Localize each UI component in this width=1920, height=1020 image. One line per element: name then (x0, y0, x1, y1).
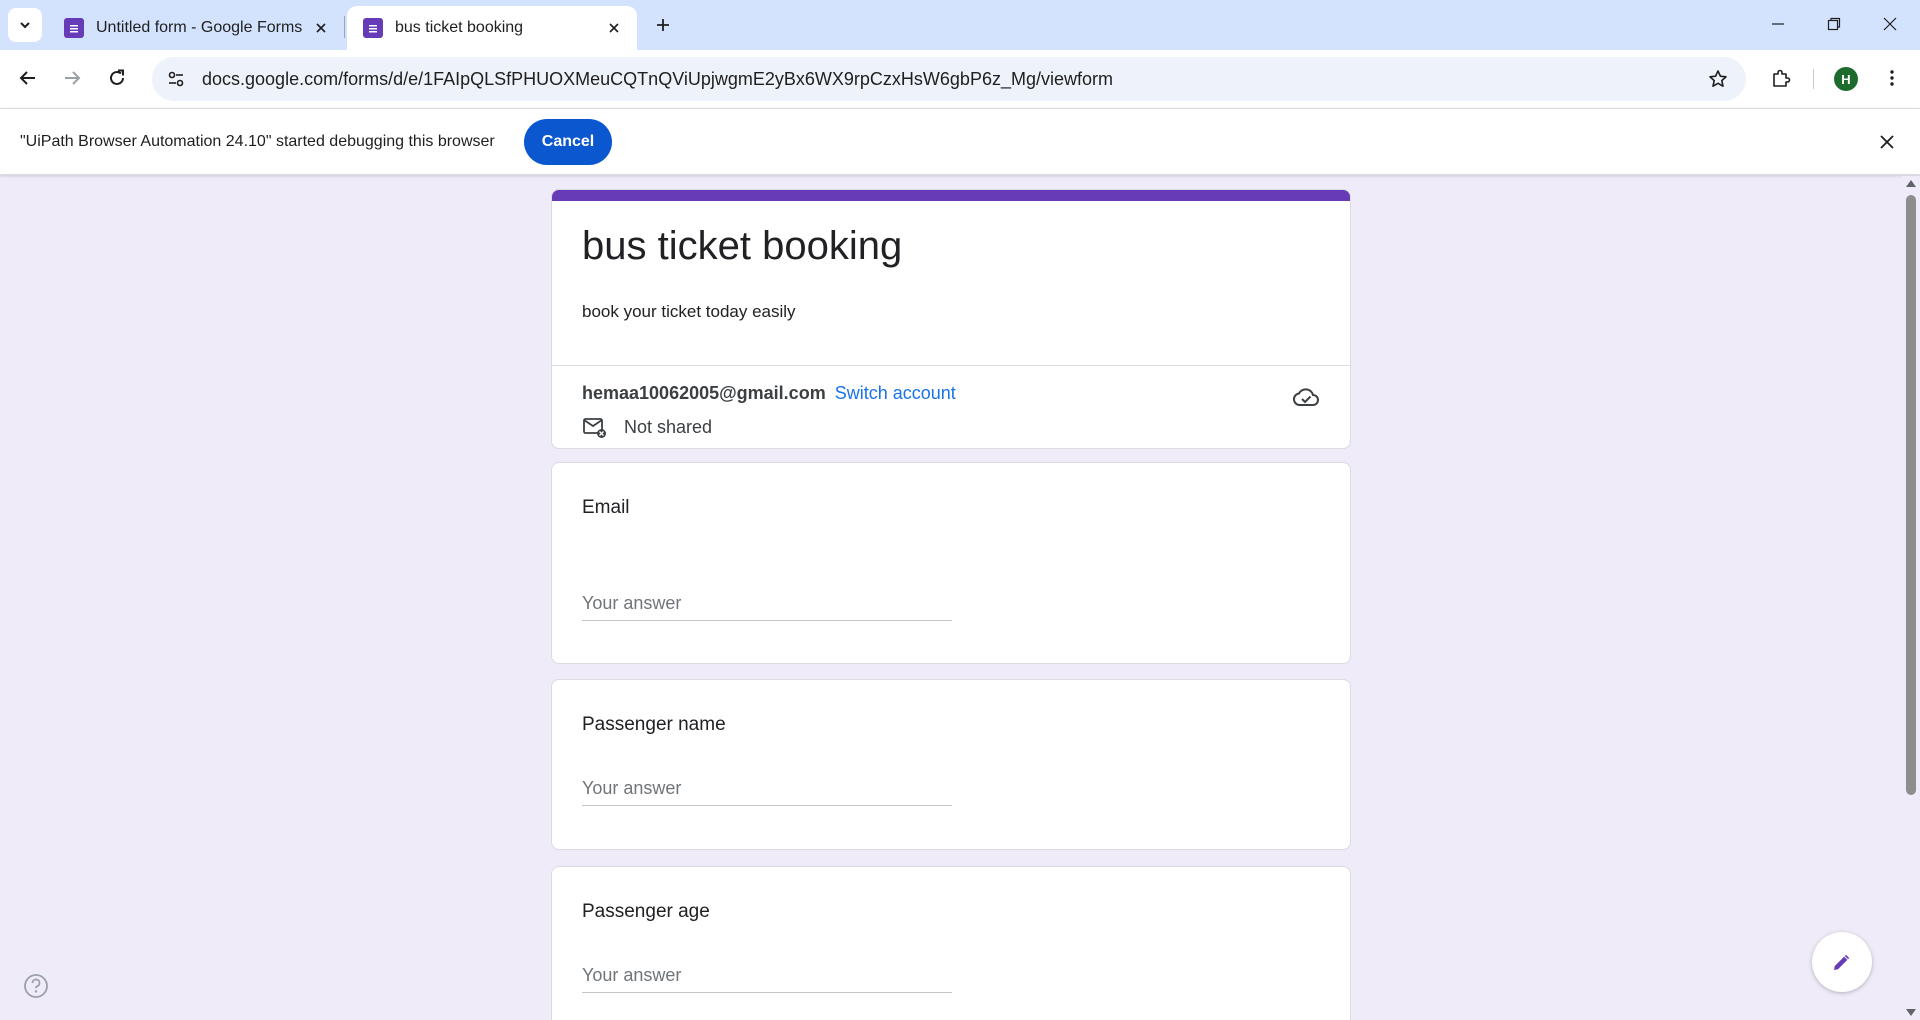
form-title: bus ticket booking (582, 224, 903, 268)
scroll-thumb[interactable] (1906, 195, 1916, 795)
cancel-debugging-button[interactable]: Cancel (524, 119, 612, 165)
back-button[interactable] (10, 60, 46, 96)
tab-strip: Untitled form - Google Forms bus ticket … (0, 0, 1920, 50)
puzzle-piece-icon (1773, 69, 1791, 87)
email-answer-input[interactable]: Your answer (582, 591, 952, 621)
google-forms-icon (64, 18, 84, 38)
more-vertical-icon (1890, 70, 1894, 86)
edit-form-button[interactable] (1812, 932, 1872, 992)
scroll-up-arrow[interactable] (1906, 180, 1916, 187)
reload-button[interactable] (99, 60, 135, 96)
minimize-button[interactable] (1750, 0, 1806, 48)
form-description: book your ticket today easily (582, 302, 796, 321)
browser-menu-button[interactable] (1874, 60, 1910, 96)
mail-off-icon (582, 414, 608, 440)
question-card-passenger-age: Passenger age Your answer (551, 866, 1351, 1020)
reload-icon (110, 69, 124, 85)
theme-accent-bar (552, 190, 1350, 201)
extensions-button[interactable] (1763, 60, 1799, 96)
account-email: hemaa10062005@gmail.com (582, 383, 826, 403)
form-header-card: bus ticket booking book your ticket toda… (551, 189, 1351, 449)
tab-close-icon[interactable] (603, 17, 625, 39)
close-icon (1883, 17, 1897, 31)
tab-close-icon[interactable] (310, 17, 332, 39)
tab-title: bus ticket booking (395, 19, 524, 36)
browser-toolbar: docs.google.com/forms/d/e/1FAIpQLSfPHUOX… (0, 50, 1920, 108)
arrow-right-icon (65, 71, 81, 85)
pencil-icon (1834, 954, 1850, 970)
profile-avatar[interactable]: H (1834, 67, 1858, 91)
question-card-email: Email Your answer (551, 462, 1351, 664)
form-page: bus ticket booking book your ticket toda… (0, 176, 1902, 1020)
chevron-down-icon (20, 22, 30, 29)
infobar-message: "UiPath Browser Automation 24.10" starte… (20, 133, 495, 150)
help-icon[interactable] (22, 972, 50, 1000)
question-label: Email (582, 497, 630, 518)
new-tab-button[interactable] (648, 10, 678, 40)
restore-icon (1827, 17, 1841, 31)
question-label: Passenger age (582, 901, 710, 922)
google-forms-icon (363, 18, 383, 38)
close-infobar-icon[interactable] (1872, 127, 1902, 157)
cloud-saved-icon (1290, 382, 1322, 414)
tab-untitled-form[interactable]: Untitled form - Google Forms (48, 6, 344, 50)
toolbar-separator (1813, 69, 1814, 89)
account-info: hemaa10062005@gmail.com Switch account (582, 383, 956, 404)
switch-account-link[interactable]: Switch account (835, 383, 956, 403)
scroll-down-arrow[interactable] (1906, 1009, 1916, 1016)
close-window-button[interactable] (1862, 0, 1918, 48)
plus-icon (657, 19, 669, 31)
email-not-shared: Not shared (582, 414, 712, 440)
page-scrollbar[interactable] (1902, 176, 1920, 1020)
bookmark-star-icon[interactable] (1700, 61, 1736, 97)
tab-separator (344, 16, 345, 38)
passenger-age-answer-input[interactable]: Your answer (582, 963, 952, 993)
tab-title: Untitled form - Google Forms (96, 19, 303, 36)
site-info-icon[interactable] (158, 61, 194, 97)
forward-button[interactable] (54, 60, 90, 96)
debugging-infobar: "UiPath Browser Automation 24.10" starte… (0, 108, 1920, 175)
restore-button[interactable] (1806, 0, 1862, 48)
question-card-passenger-name: Passenger name Your answer (551, 679, 1351, 850)
arrow-left-icon (19, 71, 35, 85)
question-label: Passenger name (582, 714, 726, 735)
url-text[interactable]: docs.google.com/forms/d/e/1FAIpQLSfPHUOX… (202, 69, 1700, 90)
not-shared-label: Not shared (624, 416, 713, 437)
divider (552, 365, 1350, 366)
tab-search-button[interactable] (8, 8, 42, 42)
minimize-icon (1772, 23, 1784, 25)
address-bar[interactable]: docs.google.com/forms/d/e/1FAIpQLSfPHUOX… (152, 57, 1746, 101)
tab-bus-ticket-booking[interactable]: bus ticket booking (347, 6, 637, 50)
passenger-name-answer-input[interactable]: Your answer (582, 776, 952, 806)
